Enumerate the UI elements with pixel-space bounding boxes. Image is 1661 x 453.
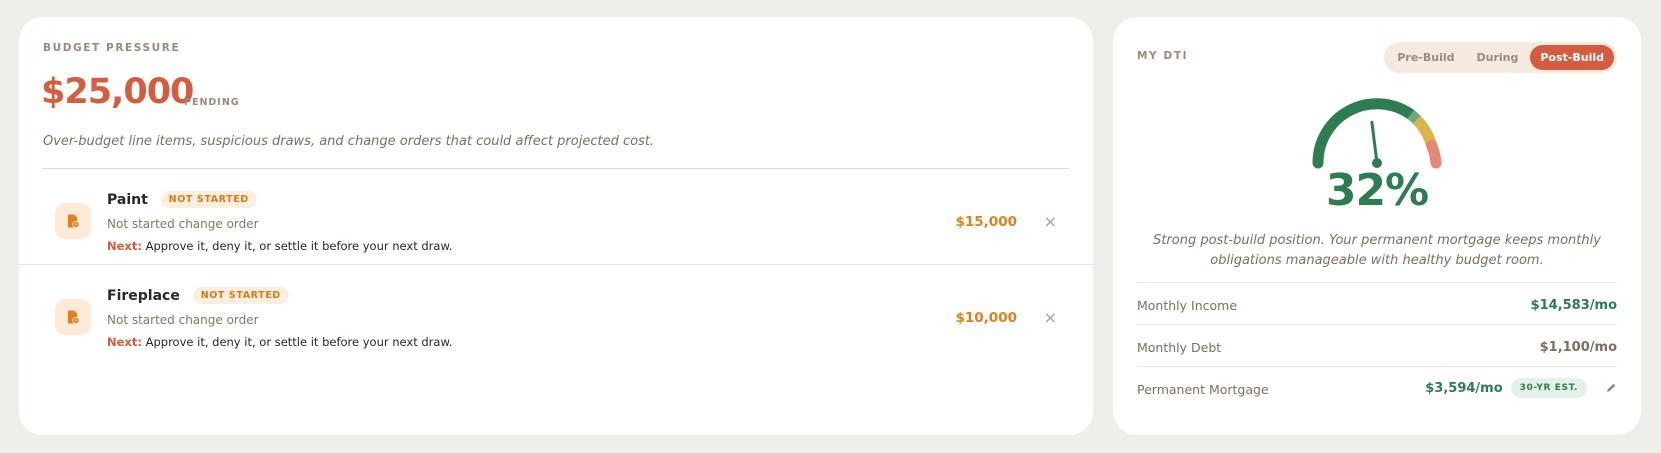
tab-post-build[interactable]: Post-Build (1530, 45, 1614, 70)
status-badge: NOT STARTED (160, 191, 257, 208)
document-clock-icon (55, 299, 91, 335)
pencil-icon[interactable] (1595, 379, 1617, 398)
document-clock-icon (55, 203, 91, 239)
metric-monthly-income: Monthly Income $14,583/mo (1137, 282, 1617, 324)
gauge-red-zone (1426, 139, 1442, 169)
tab-during[interactable]: During (1467, 45, 1529, 70)
metric-value: $1,100/mo (1539, 340, 1617, 355)
budget-description: Over-budget line items, suspicious draws… (43, 134, 655, 149)
pending-label: PENDING (184, 97, 240, 108)
dti-card: MY DTI Pre-Build During Post-Build 32% S… (1113, 17, 1641, 435)
metric-monthly-debt: Monthly Debt $1,100/mo (1137, 324, 1617, 366)
pending-amount: $25,000 (41, 72, 194, 112)
change-order-item[interactable]: Paint NOT STARTED Not started change ord… (19, 169, 1093, 265)
item-title-row: Fireplace NOT STARTED (107, 287, 289, 304)
item-subtitle: Not started change order (107, 217, 259, 231)
item-title: Fireplace (107, 288, 180, 304)
item-subtitle: Not started change order (107, 313, 259, 327)
status-badge: NOT STARTED (192, 287, 289, 304)
dismiss-item-button[interactable]: × (1044, 308, 1057, 327)
metric-value: $14,583/mo (1530, 298, 1617, 313)
phase-toggle: Pre-Build During Post-Build (1384, 42, 1617, 73)
next-text: Approve it, deny it, or settle it before… (141, 239, 453, 253)
metric-label: Monthly Income (1137, 298, 1238, 313)
dti-gauge (1312, 98, 1442, 169)
dti-percentage: 32% (1325, 165, 1429, 216)
dti-heading: MY DTI (1137, 50, 1189, 62)
gauge-green-zone (1312, 98, 1417, 169)
metric-label: Permanent Mortgage (1137, 382, 1269, 397)
item-next-step: Next: Approve it, deny it, or settle it … (107, 335, 452, 349)
budget-pressure-heading: BUDGET PRESSURE (43, 42, 181, 54)
tab-pre-build[interactable]: Pre-Build (1387, 45, 1464, 70)
budget-pressure-card: BUDGET PRESSURE $25,000 PENDING Over-bud… (19, 17, 1093, 435)
next-label: Next: (107, 335, 142, 349)
mortgage-value-group: $3,594/mo 30-YR EST. (1425, 378, 1617, 398)
dti-description: Strong post-build position. Your permane… (1153, 233, 1601, 268)
estimate-badge: 30-YR EST. (1510, 378, 1587, 398)
dti-metrics: Monthly Income $14,583/mo Monthly Debt $… (1137, 282, 1617, 408)
gauge-transition-zone (1407, 109, 1421, 124)
metric-value: $3,594/mo (1425, 380, 1503, 396)
metric-label: Monthly Debt (1137, 340, 1222, 355)
metric-permanent-mortgage: Permanent Mortgage $3,594/mo 30-YR EST. (1137, 366, 1617, 408)
item-amount: $10,000 (955, 310, 1018, 326)
item-amount: $15,000 (955, 214, 1018, 230)
item-title: Paint (107, 192, 148, 208)
change-order-item[interactable]: Fireplace NOT STARTED Not started change… (19, 265, 1093, 361)
item-next-step: Next: Approve it, deny it, or settle it … (107, 239, 452, 253)
gauge-needle (1370, 120, 1379, 165)
item-title-row: Paint NOT STARTED (107, 191, 257, 208)
change-order-list: Paint NOT STARTED Not started change ord… (19, 169, 1093, 361)
dismiss-item-button[interactable]: × (1044, 212, 1057, 231)
next-text: Approve it, deny it, or settle it before… (141, 335, 453, 349)
next-label: Next: (107, 239, 142, 253)
